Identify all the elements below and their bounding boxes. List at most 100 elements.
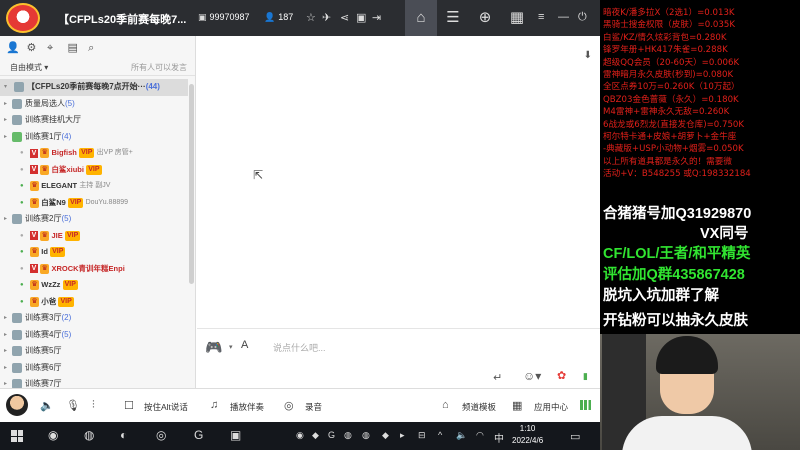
gamepad-icon[interactable]: 🎮 <box>205 339 222 356</box>
crown-icon: ♛ <box>30 181 39 192</box>
channel-template-button[interactable]: 频道模板 <box>462 401 496 413</box>
windows-start-icon[interactable] <box>11 430 23 442</box>
expand-icon[interactable]: ▸ <box>4 112 7 129</box>
clock[interactable]: 1:10 2022/4/6 <box>512 423 543 447</box>
template-icon[interactable]: ⌂ <box>442 399 449 411</box>
user-item[interactable]: ● V ♛ XROCK青训年糕Enpi <box>0 261 188 278</box>
user-item[interactable]: ● ♛ ELEGANT 主持 副JV <box>0 178 188 195</box>
expand-icon[interactable]: ▸ <box>4 376 7 388</box>
chevron-down-icon[interactable]: ▾ <box>229 343 233 351</box>
tray-shield2-icon[interactable]: ◆ <box>382 430 389 441</box>
member-icon[interactable]: 👤 <box>6 41 22 54</box>
channel-item[interactable]: ▸ 训练赛4厅(5) <box>0 327 188 344</box>
channel-scrollbar[interactable] <box>189 84 194 284</box>
channel-icon <box>12 214 22 224</box>
user-item[interactable]: ● ♛ 小爸 VIP <box>0 294 188 311</box>
flower-icon[interactable]: ✿ <box>557 369 566 382</box>
exit-room-icon[interactable]: ⇥ <box>372 11 381 24</box>
expand-icon[interactable]: ▾ <box>4 79 7 96</box>
video-icon[interactable]: ▣ <box>356 11 366 24</box>
channel-item[interactable]: ▸ 训练赛3厅(2) <box>0 310 188 327</box>
user-name: XROCK青训年糕Enpi <box>51 263 125 273</box>
tray-game-icon[interactable]: G <box>328 430 335 440</box>
status-dot-icon: ● <box>20 150 24 156</box>
plane-icon[interactable]: ✈ <box>322 11 331 24</box>
user-item[interactable]: ● V ♛ 白鲨xiubi VIP <box>0 162 188 179</box>
expand-icon[interactable]: ▸ <box>4 343 7 360</box>
avatar[interactable] <box>6 394 28 416</box>
user-item[interactable]: ● ♛ Id VIP <box>0 244 188 261</box>
notes-icon[interactable]: ▤ <box>68 41 84 54</box>
minimize-icon[interactable]: — <box>558 11 569 23</box>
status-dot-icon: ● <box>20 199 24 206</box>
user-item[interactable]: ● ♛ WzZz VIP <box>0 277 188 294</box>
nvidia-icon[interactable]: ▸ <box>400 430 405 441</box>
network-icon[interactable]: ⊟ <box>418 430 426 441</box>
music-icon[interactable]: ♫ <box>210 399 218 411</box>
list-button[interactable]: ☰ <box>437 0 469 36</box>
share-icon[interactable]: ⋖ <box>340 11 349 24</box>
expand-icon[interactable]: ▸ <box>4 129 7 146</box>
chat-input[interactable]: 说点什么吧... <box>273 341 326 354</box>
search-icon[interactable]: ⌕ <box>88 42 104 55</box>
obs-icon[interactable]: ◐ <box>120 428 127 442</box>
push-to-talk-label[interactable]: 按住Alt说话 <box>144 401 188 413</box>
user-item[interactable]: ● V ♛ Bigfish VIP 出VP 房管+ <box>0 145 188 162</box>
channel-item[interactable]: ▸ 训练赛挂机大厅 <box>0 112 188 129</box>
emoji-icon[interactable]: ☺▾ <box>523 369 541 383</box>
windows-taskbar: ◉ ◍ ◐ ◎ G ▣ ◉ ◆ G ◍ ◍ ◆ ▸ ⊟ ^ 🔈 ◠ 中 1:10… <box>0 422 600 450</box>
channel-item[interactable]: ▸ 训练赛2厅(5) <box>0 211 188 228</box>
tray-app-icon[interactable]: ◍ <box>344 430 352 441</box>
home-button[interactable]: ⌂ <box>405 0 437 36</box>
tray-shield-icon[interactable]: ◆ <box>312 430 319 441</box>
app-center-button[interactable]: 应用中心 <box>534 401 568 413</box>
volume-icon[interactable]: 🔈 <box>456 430 467 441</box>
channel-item[interactable]: ▸ 训练赛1厅(4) <box>0 129 188 146</box>
wifi-icon[interactable]: ◠ <box>476 430 484 441</box>
channel-item[interactable]: ▸ 训练赛7厅 <box>0 376 188 388</box>
menu-icon[interactable]: ≡ <box>538 11 544 23</box>
translate-icon[interactable]: A <box>241 339 248 351</box>
home-icon: ⌂ <box>416 9 426 26</box>
expand-icon[interactable]: ▸ <box>4 96 7 113</box>
music-app-icon[interactable]: ◎ <box>156 428 166 442</box>
browser-icon[interactable]: ◉ <box>48 428 58 442</box>
app-center-icon[interactable]: ▦ <box>512 399 522 412</box>
tray-owl-icon[interactable]: ◍ <box>362 430 370 441</box>
ime-indicator[interactable]: 中 <box>494 430 504 445</box>
user-item[interactable]: ● ♛ 白鲨N9 VIP DouYu.88899 <box>0 195 188 212</box>
channel-item[interactable]: ▸ 训练赛6厅 <box>0 360 188 377</box>
channel-root[interactable]: ▾ 【CFPLs20季前赛每晚7点开始···(44) <box>0 79 188 96</box>
expand-icon[interactable]: ▸ <box>4 211 7 228</box>
channel-item[interactable]: ▸ 质量局选人(5) <box>0 96 188 113</box>
microphone-icon[interactable]: 🎙 <box>66 399 80 412</box>
app-owl-icon[interactable]: ◍ <box>84 428 94 442</box>
download-icon[interactable]: ⬇ <box>584 50 592 61</box>
expand-icon[interactable]: ▸ <box>4 327 7 344</box>
music-button[interactable]: 播放伴奏 <box>230 401 264 413</box>
notification-icon[interactable]: ▭ <box>570 430 580 443</box>
record-icon[interactable]: ◎ <box>284 399 294 412</box>
checkbox-icon[interactable]: ☐ <box>124 399 134 412</box>
favorite-icon[interactable]: ☆ <box>306 11 316 24</box>
mixer-icon[interactable]: ⫶ <box>92 399 95 412</box>
speaker-icon[interactable]: 🔈 <box>40 399 54 412</box>
expand-icon[interactable]: ▸ <box>4 360 7 377</box>
chevron-up-icon[interactable]: ^ <box>438 430 442 440</box>
send-icon[interactable]: ↵ <box>493 371 502 384</box>
user-name: ELEGANT <box>41 181 78 190</box>
voice-app-icon[interactable]: ▣ <box>230 428 241 442</box>
bottom-bar: 🔈 🎙 ⫶ ☐ 按住Alt说话 ♫ 播放伴奏 ◎ 录音 ⌂ 频道模板 ▦ 应用中… <box>0 388 600 422</box>
gift-button[interactable]: ▦ <box>501 0 533 36</box>
record-button[interactable]: 录音 <box>305 401 322 413</box>
expand-icon[interactable]: ▸ <box>4 310 7 327</box>
game-button[interactable]: ⊕ <box>469 0 501 36</box>
location-icon[interactable]: ⌖ <box>47 42 63 55</box>
settings-icon[interactable]: ⚙ <box>27 41 43 54</box>
mode-dropdown[interactable]: 自由模式 ▾ <box>10 62 48 73</box>
game-launcher-icon[interactable]: G <box>194 428 203 442</box>
channel-item[interactable]: ▸ 训练赛5厅 <box>0 343 188 360</box>
tray-icon[interactable]: ◉ <box>296 430 304 441</box>
power-icon[interactable]: ⏻ <box>578 11 587 24</box>
user-item[interactable]: ● V ♛ JIE VIP <box>0 228 188 245</box>
